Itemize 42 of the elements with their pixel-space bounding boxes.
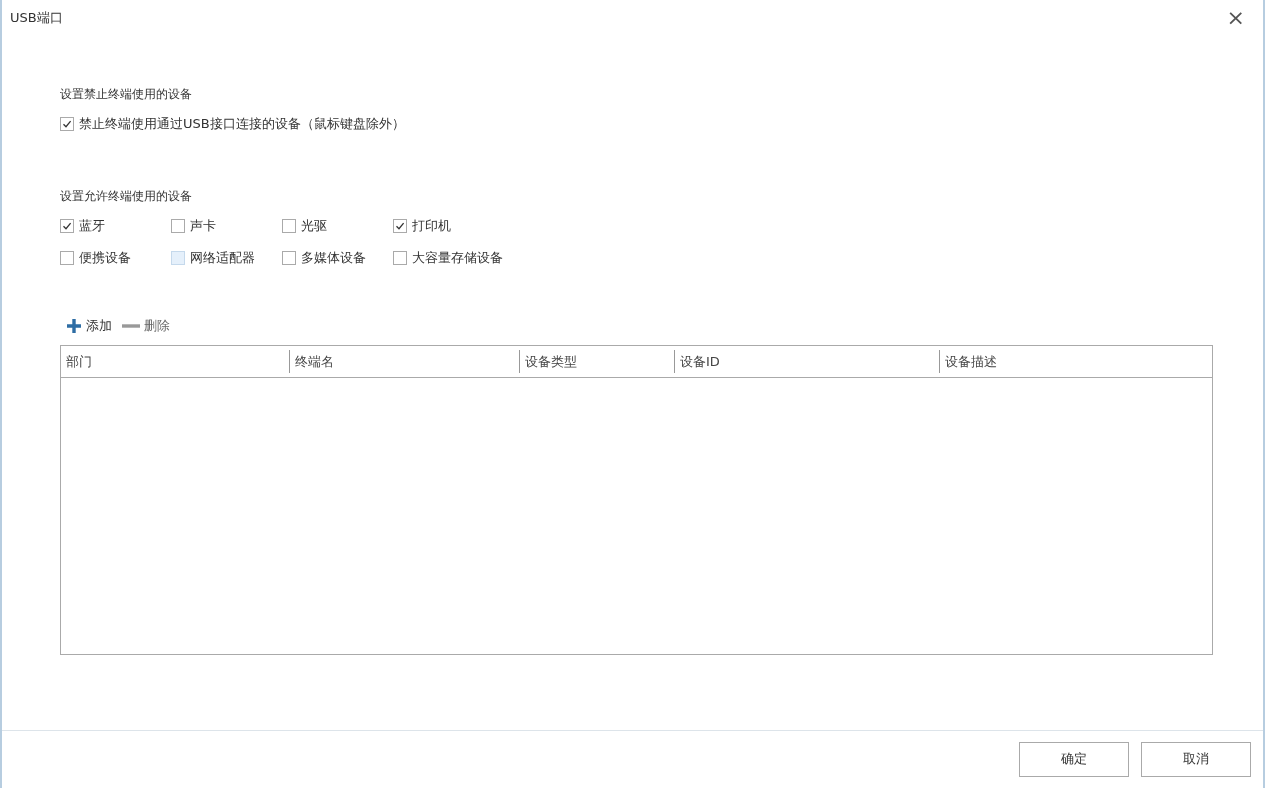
column-header[interactable]: 设备描述 xyxy=(939,350,1212,373)
column-header[interactable]: 设备类型 xyxy=(519,350,674,373)
checkbox[interactable] xyxy=(171,219,185,233)
checkbox[interactable] xyxy=(393,251,407,265)
delete-button[interactable]: 删除 xyxy=(122,317,170,335)
dialog-button[interactable]: 确定 xyxy=(1019,741,1129,777)
checkbox[interactable] xyxy=(171,251,185,265)
checkbox-option[interactable]: 光驱 xyxy=(282,217,393,235)
checkbox-label: 多媒体设备 xyxy=(301,249,366,267)
add-button[interactable]: 添加 xyxy=(66,317,112,335)
checkbox-option[interactable]: 禁止终端使用通过USB接口连接的设备（鼠标键盘除外） xyxy=(60,115,1213,133)
checkbox[interactable] xyxy=(393,219,407,233)
checkbox[interactable] xyxy=(282,251,296,265)
dialog-button[interactable]: 取消 xyxy=(1141,741,1251,777)
checkbox-label: 蓝牙 xyxy=(79,217,105,235)
checkbox[interactable] xyxy=(60,251,74,265)
checkbox-option[interactable]: 大容量存储设备 xyxy=(393,249,504,267)
checkbox[interactable] xyxy=(282,219,296,233)
checkbox-label: 便携设备 xyxy=(79,249,131,267)
checkbox-option[interactable]: 蓝牙 xyxy=(60,217,171,235)
checkbox-option[interactable]: 多媒体设备 xyxy=(282,249,393,267)
column-header[interactable]: 设备ID xyxy=(674,350,939,373)
section-heading: 设置禁止终端使用的设备 xyxy=(60,86,193,102)
checkbox-option[interactable]: 声卡 xyxy=(171,217,282,235)
window-title: USB端口 xyxy=(10,9,63,27)
plus-icon xyxy=(66,318,82,334)
close-button[interactable]: × xyxy=(1218,7,1253,29)
column-header[interactable]: 终端名 xyxy=(289,350,519,373)
checkbox-label: 打印机 xyxy=(412,217,451,235)
checkbox[interactable] xyxy=(60,117,74,131)
column-header[interactable]: 部门 xyxy=(61,350,289,373)
minus-icon xyxy=(122,324,140,328)
checkbox-label: 声卡 xyxy=(190,217,216,235)
checkbox-option[interactable]: 便携设备 xyxy=(60,249,171,267)
checkbox-option[interactable]: 打印机 xyxy=(393,217,504,235)
checkbox-label: 光驱 xyxy=(301,217,327,235)
checkbox-option[interactable]: 网络适配器 xyxy=(171,249,282,267)
section-heading: 设置允许终端使用的设备 xyxy=(60,188,193,204)
checkbox-label: 大容量存储设备 xyxy=(412,249,503,267)
checkbox-label: 禁止终端使用通过USB接口连接的设备（鼠标键盘除外） xyxy=(79,115,405,133)
checkbox[interactable] xyxy=(60,219,74,233)
checkbox-label: 网络适配器 xyxy=(190,249,255,267)
